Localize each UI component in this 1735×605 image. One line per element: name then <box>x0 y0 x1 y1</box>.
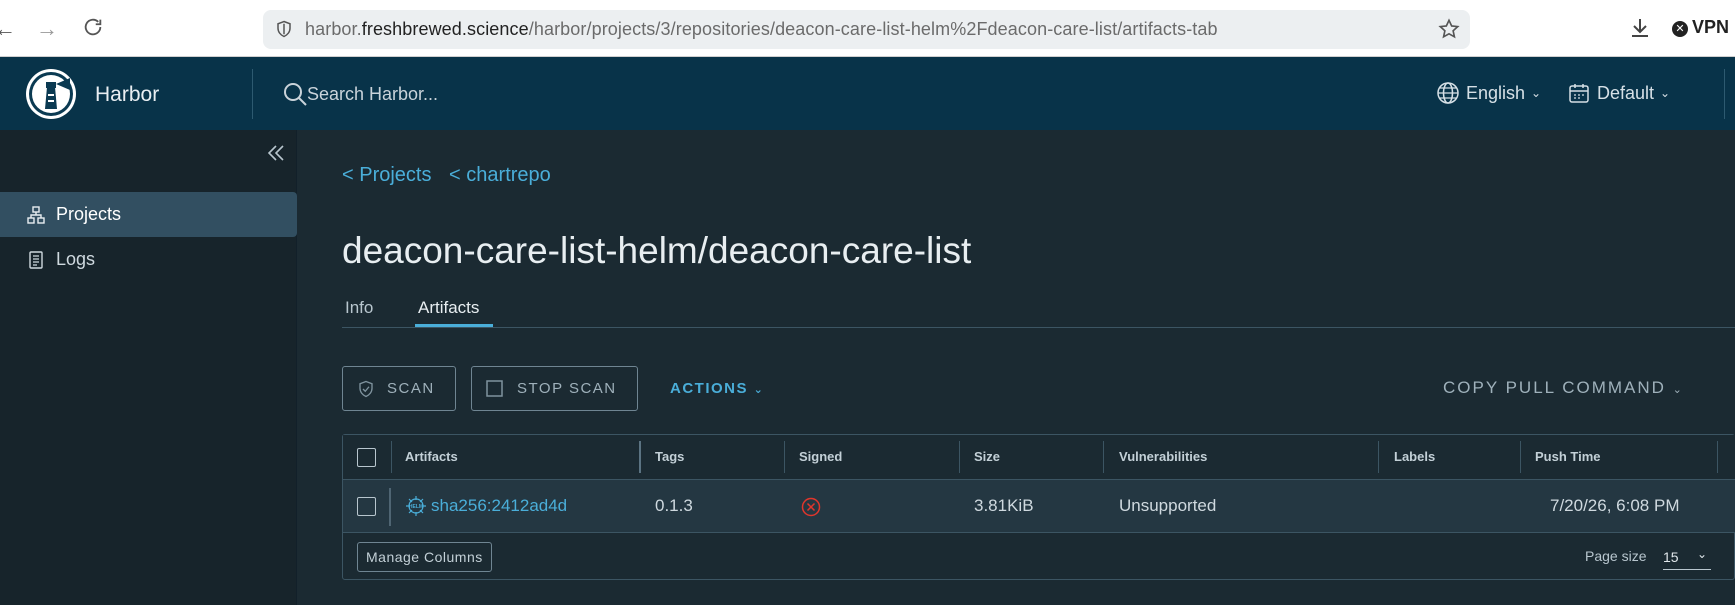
main-content: < Projects < chartrepo deacon-care-list-… <box>298 130 1735 605</box>
helm-badge-text: HELM <box>409 504 423 510</box>
shield-check-icon <box>359 380 373 397</box>
artifact-size: 3.81KiB <box>974 496 1034 515</box>
collapse-sidebar-icon[interactable] <box>265 142 287 164</box>
column-header-size[interactable]: Size <box>974 449 1000 464</box>
breadcrumb-chartrepo-link[interactable]: < chartrepo <box>449 164 551 186</box>
actions-dropdown[interactable]: ACTIONS ⌄ <box>670 380 764 397</box>
vpn-indicator[interactable]: ✕ VPN <box>1672 17 1729 38</box>
global-search-input[interactable] <box>307 79 707 109</box>
chevron-down-icon: ⌄ <box>1660 86 1671 100</box>
page-size-value: 15 <box>1663 549 1679 565</box>
sidebar-item-logs[interactable]: Logs <box>0 237 297 282</box>
language-selector[interactable]: English ⌄ <box>1436 81 1541 105</box>
app-title[interactable]: Harbor <box>95 83 159 107</box>
url-text[interactable]: harbor.freshbrewed.science/harbor/projec… <box>305 19 1218 40</box>
chevron-down-icon: ⌄ <box>1672 384 1684 396</box>
tab-info[interactable]: Info <box>345 298 373 318</box>
table-row[interactable]: HELM sha256:2412ad4d 0.1.3 3.81KiB Unsup… <box>343 480 1735 533</box>
actions-label: ACTIONS <box>670 380 748 397</box>
artifact-vulnerabilities: Unsupported <box>1119 496 1217 515</box>
stop-scan-button[interactable]: STOP SCAN <box>471 366 638 411</box>
scan-button[interactable]: SCAN <box>342 366 456 411</box>
column-separator <box>1520 441 1521 473</box>
tab-bar: Info Artifacts <box>342 288 1735 328</box>
column-header-artifacts[interactable]: Artifacts <box>405 449 458 464</box>
theme-selector[interactable]: Default ⌄ <box>1567 81 1670 105</box>
page-size-label: Page size <box>1585 548 1647 564</box>
column-separator <box>1378 441 1379 473</box>
helm-chart-icon: HELM <box>406 496 426 516</box>
column-separator <box>1717 441 1718 473</box>
breadcrumb: < Projects < chartrepo <box>342 164 563 187</box>
not-signed-icon <box>801 497 821 517</box>
harbor-logo-icon[interactable] <box>26 69 76 119</box>
artifact-tags: 0.1.3 <box>655 496 693 515</box>
globe-icon <box>1437 82 1459 104</box>
column-resize-handle[interactable] <box>639 441 641 473</box>
address-bar[interactable]: harbor.freshbrewed.science/harbor/projec… <box>263 10 1470 49</box>
reload-icon[interactable] <box>80 16 106 42</box>
theme-label: Default <box>1597 82 1655 103</box>
artifact-push-time: 7/20/26, 6:08 PM <box>1550 496 1680 515</box>
column-separator <box>959 441 960 473</box>
vpn-off-icon: ✕ <box>1672 21 1688 37</box>
copy-pull-command-dropdown[interactable]: COPY PULL COMMAND ⌄ <box>1443 378 1684 398</box>
bookmark-star-icon[interactable] <box>1438 18 1460 40</box>
logs-icon <box>29 250 43 269</box>
sidebar-item-projects[interactable]: Projects <box>0 192 297 237</box>
browser-toolbar: ← → harbor.freshbrewed.science/harbor/pr… <box>0 0 1735 57</box>
header-divider <box>1724 69 1725 119</box>
stop-scan-label: STOP SCAN <box>517 380 617 397</box>
header-divider <box>252 69 253 119</box>
artifact-digest-link[interactable]: sha256:2412ad4d <box>431 496 567 516</box>
column-header-tags[interactable]: Tags <box>655 449 684 464</box>
breadcrumb-projects-link[interactable]: < Projects <box>342 164 431 186</box>
table-footer: Manage Columns Page size 15 ⌄ <box>343 533 1735 580</box>
select-all-checkbox[interactable] <box>357 448 376 467</box>
table-header: Artifacts Tags Signed Size Vulnerabiliti… <box>343 435 1735 480</box>
manage-columns-button[interactable]: Manage Columns <box>357 542 492 572</box>
page-size-select[interactable]: 15 ⌄ <box>1663 546 1711 570</box>
stop-square-icon <box>486 380 503 397</box>
chevron-down-icon: ⌄ <box>1696 547 1707 561</box>
calendar-icon <box>1569 84 1589 103</box>
artifacts-table: Artifacts Tags Signed Size Vulnerabiliti… <box>342 434 1735 580</box>
app-header: Harbor English ⌄ Default ⌄ <box>0 57 1735 130</box>
column-separator <box>391 441 392 473</box>
scan-label: SCAN <box>387 380 435 397</box>
chevron-down-icon: ⌄ <box>753 384 765 396</box>
projects-icon <box>27 205 45 224</box>
column-header-signed[interactable]: Signed <box>799 449 842 464</box>
chevron-down-icon: ⌄ <box>1531 86 1542 100</box>
tab-artifacts[interactable]: Artifacts <box>418 298 479 318</box>
column-header-labels[interactable]: Labels <box>1394 449 1435 464</box>
row-checkbox[interactable] <box>357 497 376 516</box>
search-icon <box>284 83 307 106</box>
page-title: deacon-care-list-helm/deacon-care-list <box>342 230 972 271</box>
forward-icon[interactable]: → <box>34 16 60 42</box>
sidebar-item-label: Projects <box>56 204 122 224</box>
site-shield-icon[interactable] <box>275 20 293 38</box>
column-separator <box>389 488 391 526</box>
column-header-push-time[interactable]: Push Time <box>1535 449 1601 464</box>
language-label: English <box>1466 82 1526 103</box>
active-tab-indicator <box>415 324 493 327</box>
column-header-vulnerabilities[interactable]: Vulnerabilities <box>1119 449 1207 464</box>
sidebar-item-label: Logs <box>56 249 96 269</box>
back-icon[interactable]: ← <box>0 16 18 42</box>
download-icon[interactable] <box>1628 16 1652 40</box>
copy-pull-label: COPY PULL COMMAND <box>1443 378 1666 397</box>
column-separator <box>784 441 785 473</box>
column-separator <box>1103 441 1104 473</box>
sidebar: Projects Logs <box>0 130 297 605</box>
